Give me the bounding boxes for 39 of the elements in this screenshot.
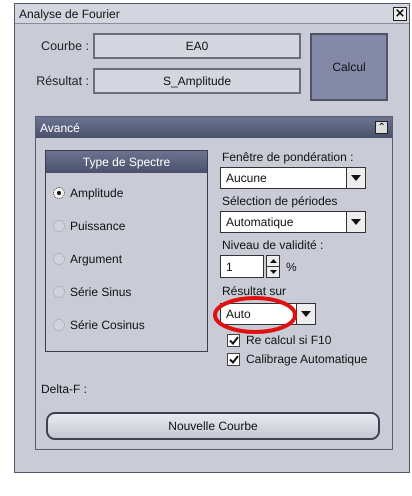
- control-label: Niveau de validité :: [222, 238, 324, 252]
- checkbox[interactable]: [227, 352, 240, 366]
- radio-button[interactable]: [53, 286, 65, 298]
- delta-f-label: Delta-F :: [41, 382, 88, 396]
- group-header: Type de Spectre: [46, 151, 207, 173]
- field-label: Courbe :: [40, 39, 89, 53]
- dropdown[interactable]: Automatique: [220, 211, 366, 233]
- caret-icon: [351, 219, 361, 225]
- control-label: Fenêtre de pondération :: [222, 150, 354, 164]
- input-field[interactable]: S_Amplitude: [93, 68, 301, 94]
- radio-button[interactable]: [53, 319, 65, 331]
- radio-button[interactable]: [53, 253, 65, 265]
- dropdown[interactable]: Auto: [220, 303, 316, 325]
- radio-label[interactable]: Amplitude: [70, 186, 124, 200]
- collapse-button[interactable]: ⌃: [375, 121, 388, 134]
- panel-title: Avancé: [40, 120, 80, 134]
- radio-label[interactable]: Série Sinus: [70, 285, 132, 299]
- new-curve-button[interactable]: Nouvelle Courbe: [46, 412, 380, 440]
- calcul-button[interactable]: Calcul: [310, 33, 388, 101]
- radio-button[interactable]: [53, 220, 65, 232]
- radio-label[interactable]: Argument: [70, 252, 122, 266]
- checkbox-label[interactable]: Re calcul si F10: [246, 333, 332, 347]
- window-title: Analyse de Fourier: [19, 6, 120, 20]
- unit-label: %: [286, 260, 297, 274]
- input-field[interactable]: EA0: [93, 33, 301, 59]
- control-label: Sélection de périodes: [222, 194, 338, 208]
- radio-label[interactable]: Série Cosinus: [70, 318, 145, 332]
- checkbox-label[interactable]: Calibrage Automatique: [246, 352, 368, 366]
- radio-button[interactable]: [53, 187, 65, 199]
- checkbox[interactable]: [227, 334, 240, 346]
- dropdown[interactable]: Aucune: [220, 167, 366, 189]
- spinner-buttons[interactable]: [266, 255, 280, 278]
- caret-icon: [351, 175, 361, 181]
- control-label: Résultat sur: [222, 284, 288, 298]
- field-label: Résultat :: [35, 74, 89, 88]
- number-field[interactable]: 1: [220, 255, 264, 278]
- caret-icon: [301, 311, 311, 317]
- radio-label[interactable]: Puissance: [70, 219, 126, 233]
- close-button[interactable]: ×: [393, 6, 407, 20]
